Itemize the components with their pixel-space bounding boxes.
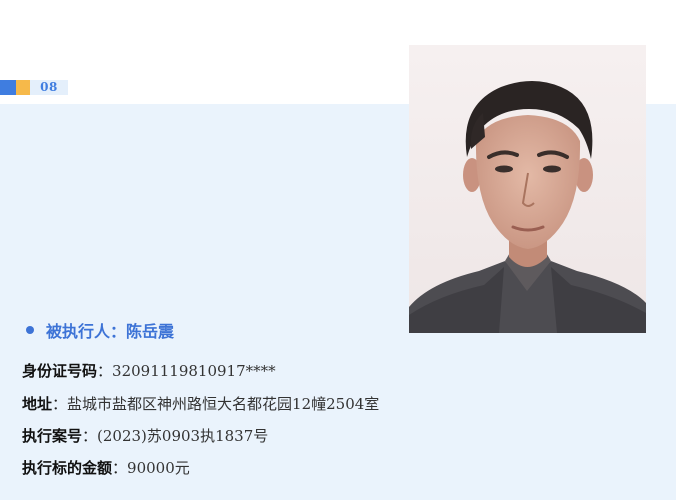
id-number-sep: ： bbox=[97, 362, 113, 380]
address-sep: ： bbox=[52, 395, 68, 413]
section-number: 08 bbox=[30, 80, 68, 95]
amount-sep: ： bbox=[112, 459, 128, 477]
yellow-marker bbox=[16, 80, 30, 95]
person-photo bbox=[409, 45, 646, 333]
id-number-label: 身份证号码 bbox=[22, 362, 98, 380]
blue-marker bbox=[0, 80, 16, 95]
debtor-label: 被执行人： bbox=[46, 322, 127, 341]
debtor-name-line: 被执行人： 陈岳震 bbox=[26, 318, 174, 342]
portrait-image bbox=[409, 45, 646, 333]
case-number-label: 执行案号 bbox=[22, 427, 83, 445]
case-number-value: (2023)苏0903执1837号 bbox=[97, 427, 269, 445]
case-number-row: 执行案号：(2023)苏0903执1837号 bbox=[22, 425, 268, 446]
address-row: 地址：盐城市盐都区神州路恒大名都花园12幢2504室 bbox=[22, 393, 379, 414]
id-number-row: 身份证号码：32091119810917**** bbox=[22, 360, 276, 381]
address-value: 盐城市盐都区神州路恒大名都花园12幢2504室 bbox=[67, 395, 380, 413]
address-label: 地址 bbox=[22, 395, 53, 413]
case-number-sep: ： bbox=[82, 427, 98, 445]
section-number-tag: 08 bbox=[0, 80, 68, 95]
notice-card: 08 被执行人： 陈岳震 身份证号码：32091119810917**** 地址… bbox=[0, 0, 676, 500]
amount-label: 执行标的金额 bbox=[22, 459, 113, 477]
amount-value: 90000元 bbox=[127, 459, 190, 477]
id-number-value: 32091119810917**** bbox=[112, 362, 276, 380]
debtor-name: 陈岳震 bbox=[126, 322, 175, 341]
bullet-icon bbox=[26, 326, 34, 334]
amount-row: 执行标的金额：90000元 bbox=[22, 457, 190, 478]
